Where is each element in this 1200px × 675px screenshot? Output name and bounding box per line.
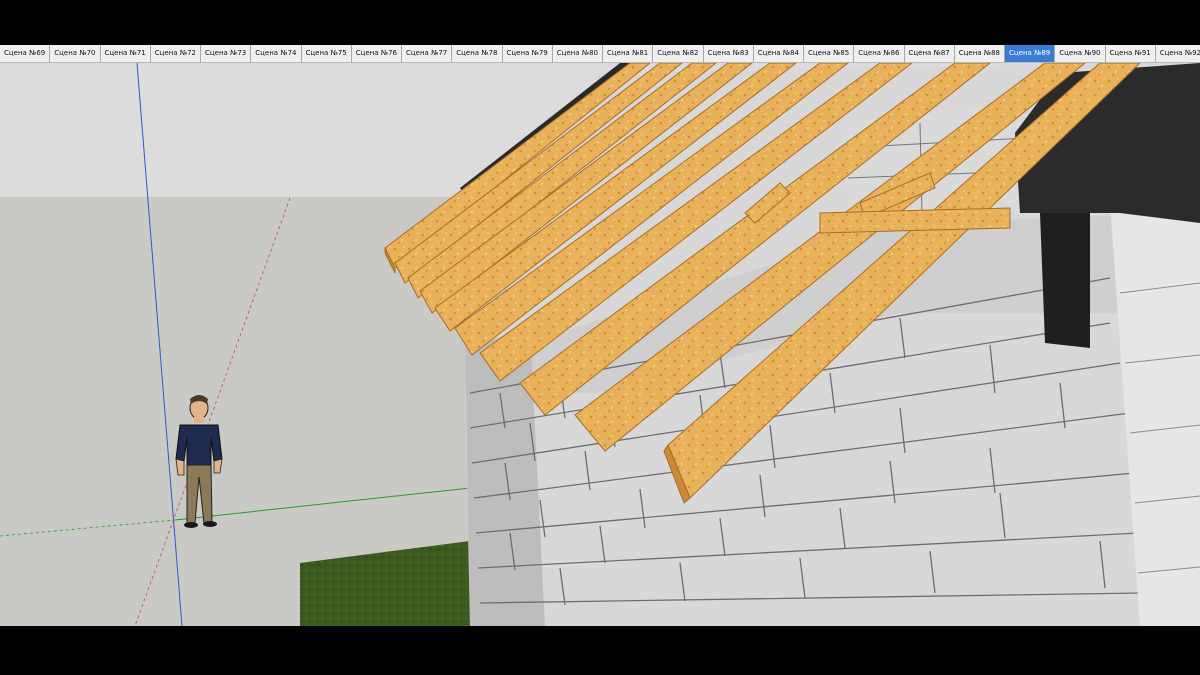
scene-tab[interactable]: Сцена №69 (0, 45, 51, 62)
scene-tab[interactable]: Сцена №80 (553, 45, 603, 62)
scene-tab[interactable]: Сцена №77 (402, 45, 453, 62)
scene-tab[interactable]: Сцена №84 (754, 45, 804, 62)
scene-tab[interactable]: Сцена №82 (653, 45, 704, 62)
scene-tab[interactable]: Сцена №85 (804, 45, 855, 62)
screen-frame: Сцена №69 Сцена №70 Сцена №71 Сцена №72 Сцен… (0, 0, 1200, 675)
model-canvas[interactable] (0, 63, 1200, 626)
scene-tab[interactable]: Сцена №92 (1156, 45, 1200, 62)
scene-tab[interactable]: Сцена №89 (1005, 45, 1056, 62)
scene-tab[interactable]: Сцена №76 (352, 45, 402, 62)
scene-tab[interactable]: Сцена №87 (905, 45, 955, 62)
scene-tabs-bar: Сцена №69 Сцена №70 Сцена №71 Сцена №72 Сцен… (0, 45, 1200, 63)
scene-tab[interactable]: Сцена №86 (854, 45, 905, 62)
scene-tab[interactable]: Сцена №70 (50, 45, 101, 62)
scene-tab[interactable]: Сцена №81 (603, 45, 654, 62)
scene-tab[interactable]: Сцена №78 (452, 45, 503, 62)
3d-viewport[interactable] (0, 63, 1200, 626)
scene-tab[interactable]: Сцена №71 (101, 45, 151, 62)
scene-tab[interactable]: Сцена №72 (151, 45, 201, 62)
scene-tab[interactable]: Сцена №88 (955, 45, 1005, 62)
scene-tab[interactable]: Сцена №91 (1106, 45, 1156, 62)
scene-tab[interactable]: Сцена №73 (201, 45, 252, 62)
scene-tab[interactable]: Сцена №75 (302, 45, 352, 62)
scene-tab[interactable]: Сцена №74 (251, 45, 302, 62)
scene-tab[interactable]: Сцена №90 (1055, 45, 1106, 62)
scene-tab[interactable]: Сцена №79 (503, 45, 553, 62)
scene-tab[interactable]: Сцена №83 (704, 45, 754, 62)
